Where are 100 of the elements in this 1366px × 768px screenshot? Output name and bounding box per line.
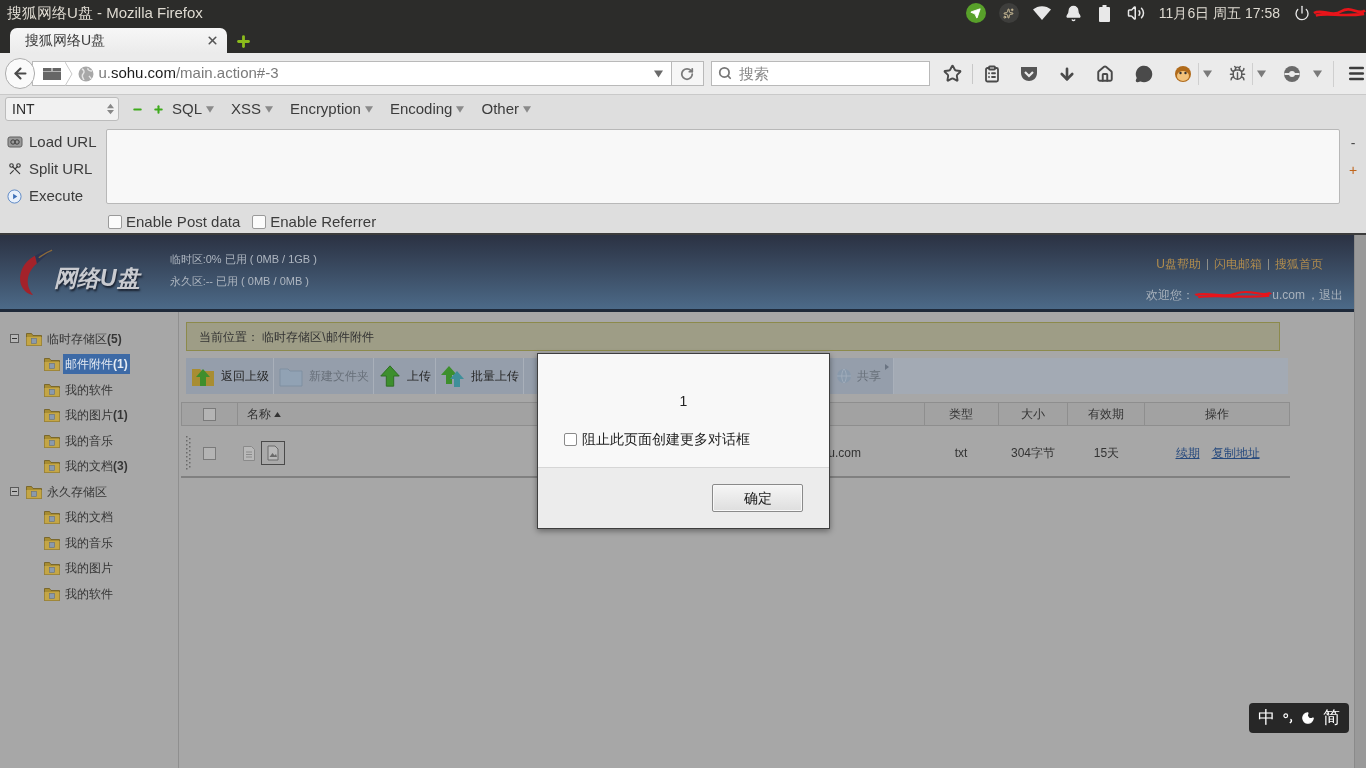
scrollbar[interactable]	[1354, 235, 1366, 768]
checkbox-label: 阻止此页面创建更多对话框	[582, 430, 750, 449]
caret-icon	[364, 105, 373, 113]
power-icon[interactable]	[1294, 5, 1310, 21]
caret-icon	[265, 105, 274, 113]
up-arrows-icon	[440, 364, 466, 388]
table-cell-text: 304字节	[1011, 445, 1055, 462]
punctuation-icon[interactable]	[1282, 712, 1294, 724]
tree-item[interactable]: 临时存储区(5)	[45, 328, 124, 349]
scissors-icon	[6, 162, 23, 176]
close-icon[interactable]	[206, 34, 219, 47]
send-icon[interactable]	[965, 3, 986, 23]
hackbar-action[interactable]: Load URL	[5, 128, 106, 156]
browser-tab[interactable]: 搜狐网络U盘	[10, 28, 227, 53]
ok-button[interactable]: 确定	[712, 484, 803, 512]
tree-item[interactable]: 我的图片	[63, 558, 115, 579]
folder-icon	[44, 535, 60, 550]
battery-icon[interactable]	[1098, 4, 1110, 22]
checkbox[interactable]	[108, 214, 122, 229]
caret-icon	[653, 69, 663, 78]
redaction-scribble	[1313, 7, 1366, 19]
hackbar-action[interactable]: Execute	[5, 182, 106, 210]
clipboard-list-icon[interactable]	[983, 64, 1001, 83]
tree-item[interactable]: 我的软件	[63, 583, 115, 604]
arrow-left-icon	[11, 65, 29, 82]
column-header[interactable]: 操作	[1144, 403, 1289, 425]
folder-icon	[44, 408, 60, 423]
drive-link-icon	[6, 135, 23, 149]
document-icon	[243, 445, 255, 461]
column-header[interactable]: 有效期	[1067, 403, 1145, 425]
hackbar-menu[interactable]: Other	[479, 98, 533, 121]
toolbar-button[interactable]: 上传	[374, 358, 436, 394]
reload-button[interactable]	[671, 61, 704, 86]
bell-icon[interactable]	[1064, 4, 1082, 22]
logout-link[interactable]: 退出	[1319, 286, 1343, 304]
speech-bubble-icon[interactable]	[1135, 64, 1153, 83]
home-icon[interactable]	[1096, 64, 1114, 83]
tree-item[interactable]: 我的软件	[63, 379, 115, 400]
clock-text[interactable]: 11月6日 周五 17:58	[1158, 2, 1280, 24]
wifi-icon[interactable]	[1032, 6, 1051, 20]
updown-arrows-icon	[107, 103, 114, 116]
column-header[interactable]: 大小	[997, 403, 1068, 425]
site-logo-text: 网络U盘	[54, 263, 140, 293]
hackbar-action[interactable]: Split URL	[5, 155, 106, 183]
sparkles-icon[interactable]	[998, 3, 1019, 23]
volume-icon[interactable]	[1125, 4, 1146, 22]
bookmark-star-icon[interactable]	[943, 64, 962, 83]
caret-icon	[456, 105, 465, 113]
row-action-link[interactable]: 复制地址	[1211, 444, 1260, 462]
collapse-icon[interactable]	[10, 487, 19, 497]
drag-handle-icon[interactable]	[186, 436, 191, 470]
row-action-link[interactable]: 续期	[1175, 444, 1200, 462]
header-link[interactable]: 闪电邮箱	[1214, 255, 1262, 273]
moon-icon[interactable]	[1301, 711, 1316, 725]
table-cell-text: txt	[954, 445, 968, 462]
play-circle-icon	[7, 188, 22, 204]
tree-item[interactable]: 我的文档	[63, 507, 115, 528]
back-button[interactable]	[5, 58, 36, 89]
separator-text: ，	[1307, 287, 1319, 304]
ime-language[interactable]: 中	[1258, 705, 1275, 731]
collapse-icon[interactable]	[10, 334, 19, 344]
hackbar-side-button[interactable]: +	[1346, 156, 1360, 184]
header-link[interactable]: 搜狐首页	[1275, 255, 1323, 273]
tree-item[interactable]: 我的图片(1)	[63, 405, 130, 426]
toolbar-button[interactable]: 批量上传	[436, 358, 524, 394]
url-field[interactable]: u.sohu.com/main.action#-3	[32, 61, 672, 86]
toolbar-button[interactable]: 返回上级	[186, 358, 274, 394]
bug-icon[interactable]	[1229, 65, 1246, 82]
menu-icon[interactable]	[1347, 64, 1366, 83]
hackbar-menu[interactable]: SQL	[170, 98, 216, 121]
tree-item[interactable]: 邮件附件(1)	[63, 354, 130, 375]
checkbox[interactable]	[564, 433, 577, 446]
column-header[interactable]: 类型	[923, 403, 998, 425]
shield-icon[interactable]	[1020, 65, 1038, 82]
header-link[interactable]: U盘帮助	[1156, 255, 1201, 273]
new-tab-icon[interactable]	[235, 33, 252, 50]
reload-icon	[680, 66, 695, 81]
tree-item[interactable]: 我的音乐	[63, 430, 115, 451]
hackbar-menu[interactable]: XSS	[229, 98, 276, 121]
folder-icon	[44, 561, 60, 576]
tree-item[interactable]: 永久存储区	[45, 481, 109, 502]
hackbar-side-button[interactable]: -	[1348, 129, 1358, 157]
hackbar-menu[interactable]: Encoding	[387, 98, 467, 121]
folder-icon	[44, 586, 60, 601]
folder-icon	[44, 382, 60, 397]
monkey-face-icon[interactable]	[1174, 64, 1192, 83]
ime-script[interactable]: 简	[1322, 705, 1340, 731]
tree-item[interactable]: 我的文档(3)	[63, 456, 130, 477]
tab-group-icon[interactable]	[43, 67, 62, 80]
select-all-checkbox[interactable]	[202, 407, 216, 421]
image-file-icon[interactable]	[261, 441, 285, 465]
encoding-select[interactable]: INT	[5, 97, 119, 122]
checkbox[interactable]	[252, 214, 267, 229]
tree-item[interactable]: 我的音乐	[63, 532, 115, 553]
search-field[interactable]: 搜索	[711, 61, 930, 86]
hackbar-menu[interactable]: Encryption	[288, 98, 375, 121]
row-checkbox[interactable]	[203, 446, 216, 460]
folder-icon	[26, 331, 42, 346]
caret-icon	[1257, 69, 1266, 78]
disc-icon[interactable]	[1283, 64, 1301, 83]
